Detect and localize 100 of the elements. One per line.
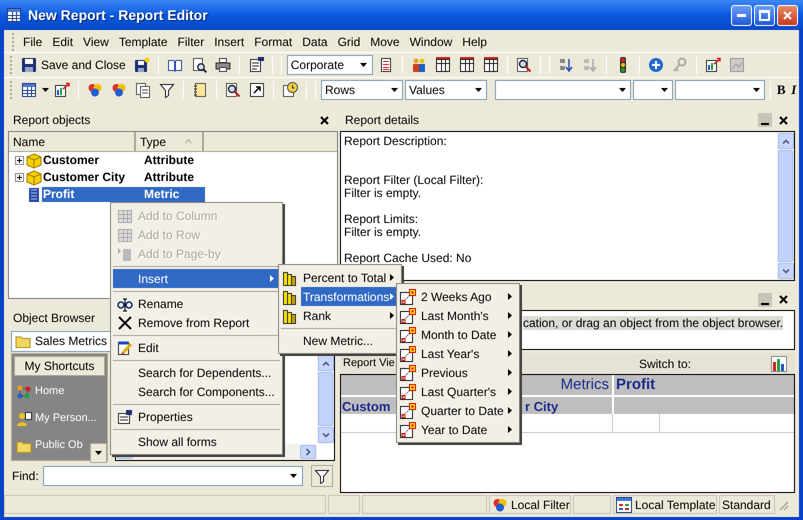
table-cell[interactable]: Customer <box>42 153 138 168</box>
table-cell[interactable]: Profit <box>42 187 138 202</box>
save-and-close-button[interactable]: Save and Close <box>18 54 129 76</box>
menu-item[interactable]: Rank <box>301 306 400 325</box>
scrollbar-thumb[interactable] <box>778 150 793 262</box>
menu-item[interactable]: Help <box>457 33 492 51</box>
style-dropdown[interactable]: Corporate <box>286 54 373 74</box>
export-icon[interactable] <box>54 82 70 98</box>
menu-item[interactable]: File <box>18 33 48 51</box>
italic-button[interactable]: I <box>788 80 799 100</box>
menu-item[interactable]: Properties <box>113 407 280 426</box>
zoom-icon[interactable] <box>516 56 532 72</box>
toolbar-grip[interactable] <box>10 56 13 74</box>
submenu-arrow-icon <box>508 312 512 319</box>
scrollbar-thumb[interactable] <box>318 372 333 426</box>
table-icon[interactable] <box>458 56 475 72</box>
dropdown[interactable] <box>675 80 765 100</box>
menu-item[interactable]: Data <box>297 33 333 51</box>
table-icon[interactable] <box>434 56 451 72</box>
people-icon[interactable] <box>410 56 427 72</box>
grid-icon[interactable] <box>21 82 37 98</box>
menu-item[interactable]: View <box>78 33 114 51</box>
menu-item[interactable]: Month to Date <box>419 325 518 344</box>
filter-icon[interactable] <box>159 82 175 98</box>
documents-icon[interactable] <box>135 82 151 98</box>
expand-icon[interactable] <box>15 173 24 182</box>
color-circles-icon[interactable] <box>111 82 127 98</box>
notebook-icon[interactable] <box>192 82 208 98</box>
menu-item[interactable]: Edit <box>47 33 78 51</box>
scroll-up-button[interactable] <box>778 133 794 149</box>
close-icon[interactable] <box>778 114 789 126</box>
menu-item[interactable]: Edit <box>113 338 280 357</box>
minimize-icon[interactable] <box>758 292 772 306</box>
preview-icon[interactable] <box>190 56 207 72</box>
bold-button[interactable]: B <box>776 80 786 100</box>
sort-icon[interactable] <box>558 56 574 72</box>
menu-item[interactable]: Search for Dependents... <box>113 363 280 382</box>
close-icon[interactable] <box>319 114 330 126</box>
menu-item[interactable]: Rename <box>113 294 280 313</box>
menu-item[interactable]: Window <box>404 33 458 51</box>
dropdown[interactable]: Values <box>405 80 487 100</box>
color-circles-icon[interactable] <box>87 82 103 98</box>
menu-item[interactable]: 2 Weeks Ago <box>419 287 518 306</box>
menu-item[interactable]: Move <box>365 33 405 51</box>
shortcuts-button[interactable]: My Shortcuts <box>14 356 105 376</box>
filter-button[interactable] <box>310 465 333 487</box>
menu-item[interactable]: Grid <box>332 33 366 51</box>
menu-item[interactable]: Last Month's <box>419 306 518 325</box>
menu-item[interactable]: Filter <box>172 33 210 51</box>
shortcut-item[interactable]: Public Ob <box>16 432 83 459</box>
dropdown[interactable]: Rows <box>321 80 403 100</box>
menu-item[interactable]: Format <box>249 33 298 51</box>
expand-icon[interactable] <box>15 156 24 165</box>
minimize-button[interactable] <box>731 4 752 26</box>
table-cell[interactable]: Attribute <box>138 153 205 168</box>
scroll-up-button[interactable] <box>318 355 334 371</box>
find-field[interactable] <box>42 466 303 486</box>
caret-icon <box>618 88 626 92</box>
menu-item[interactable]: Search for Components... <box>113 382 280 401</box>
menu-item[interactable]: New Metric... <box>301 331 400 350</box>
table-cell[interactable]: Customer City <box>42 170 138 185</box>
chart-view-button[interactable] <box>769 354 789 374</box>
column-header[interactable]: Name <box>9 132 136 151</box>
shortcut-item[interactable]: My Person... <box>16 405 97 432</box>
shortcut-icon[interactable] <box>249 82 265 98</box>
plus-icon[interactable] <box>648 56 664 72</box>
menu-item[interactable]: Insert <box>113 269 280 288</box>
header-cell: Profit <box>612 375 794 395</box>
scrollbar-track[interactable] <box>777 132 794 280</box>
minimize-icon[interactable] <box>758 113 772 127</box>
close-button[interactable] <box>777 4 798 26</box>
toolbar-grip[interactable] <box>12 33 15 51</box>
scroll-right-button[interactable] <box>300 445 316 459</box>
clock-icon[interactable] <box>282 82 298 98</box>
maximize-button[interactable] <box>754 4 775 26</box>
menu-item[interactable]: Remove from Report <box>113 313 280 332</box>
table-cell[interactable]: Metric <box>138 187 205 202</box>
shortcut-item[interactable]: Home <box>16 378 64 405</box>
menu-item[interactable]: Year to Date <box>419 420 518 439</box>
dropdown[interactable] <box>633 80 673 100</box>
menu-item[interactable]: Insert <box>209 33 250 51</box>
chevron-down-icon <box>782 268 790 274</box>
resize-grip-icon[interactable] <box>777 498 789 510</box>
scrollbar-track[interactable] <box>317 354 334 444</box>
menu-item[interactable]: Last Year's <box>419 344 518 363</box>
close-icon[interactable] <box>778 294 789 305</box>
column-header[interactable]: Type <box>136 132 204 151</box>
toolbar-grip[interactable] <box>10 80 13 98</box>
export-icon[interactable] <box>704 56 721 72</box>
table-cell[interactable]: Attribute <box>138 170 205 185</box>
scroll-down-button[interactable] <box>90 443 107 463</box>
dropdown[interactable] <box>495 80 631 100</box>
table-icon[interactable] <box>482 56 499 72</box>
printer-icon[interactable] <box>214 56 231 72</box>
document-icon[interactable] <box>248 56 264 72</box>
menu-item[interactable]: Show all forms <box>113 432 280 451</box>
menu-item[interactable]: Template <box>114 33 173 51</box>
menu-item[interactable]: Percent to Total <box>301 268 400 287</box>
template-icon <box>616 496 632 512</box>
zoom-icon[interactable] <box>225 82 241 98</box>
